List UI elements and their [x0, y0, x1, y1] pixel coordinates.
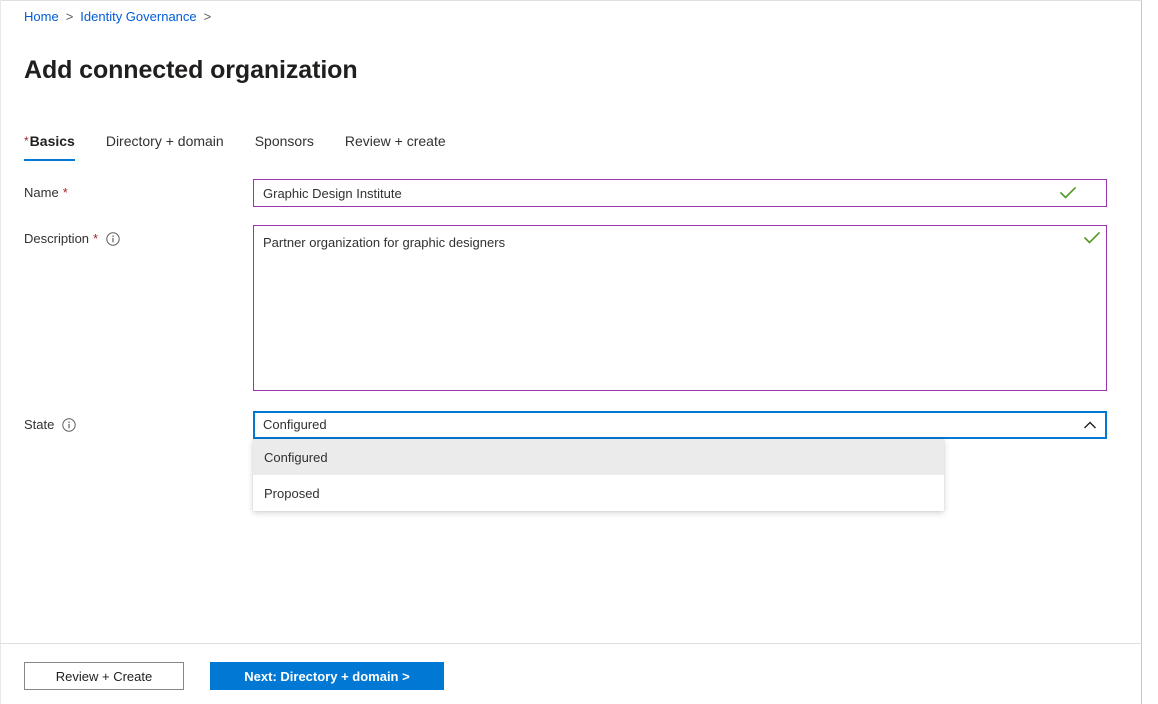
- breadcrumb-item-home[interactable]: Home: [24, 8, 59, 26]
- breadcrumb-item-identity-governance[interactable]: Identity Governance: [80, 8, 196, 26]
- state-option-proposed[interactable]: Proposed: [253, 475, 944, 511]
- state-dropdown-list: Configured Proposed: [253, 439, 944, 511]
- chevron-up-icon[interactable]: [1075, 421, 1105, 429]
- state-option-configured[interactable]: Configured: [253, 439, 944, 475]
- description-required-marker: *: [93, 230, 98, 248]
- blade-left-edge: [0, 0, 1, 704]
- tab-review-create-label: Review + create: [345, 133, 446, 149]
- next-directory-domain-button[interactable]: Next: Directory + domain >: [210, 662, 444, 690]
- state-label-text: State: [24, 416, 54, 434]
- breadcrumb-separator-1: >: [66, 8, 74, 26]
- footer-divider: [0, 643, 1142, 644]
- state-select[interactable]: Configured: [253, 411, 1107, 439]
- breadcrumb: Home > Identity Governance >: [24, 8, 218, 26]
- state-option-configured-label: Configured: [264, 450, 328, 465]
- top-divider: [0, 0, 1142, 1]
- name-field-label: Name *: [24, 184, 68, 202]
- state-field-label: State: [24, 416, 76, 434]
- breadcrumb-separator-2: >: [204, 8, 212, 26]
- tab-directory-domain-label: Directory + domain: [106, 133, 224, 149]
- tab-review-create[interactable]: Review + create: [345, 131, 446, 161]
- tab-required-marker: *: [24, 134, 29, 148]
- tab-basics[interactable]: *Basics: [24, 131, 75, 161]
- name-label-text: Name: [24, 184, 59, 202]
- wizard-tabs: *Basics Directory + domain Sponsors Revi…: [24, 131, 477, 161]
- blade-panel: Home > Identity Governance > Add connect…: [0, 0, 1142, 704]
- review-create-button[interactable]: Review + Create: [24, 662, 184, 690]
- info-circle-icon[interactable]: [106, 232, 120, 246]
- tab-directory-domain[interactable]: Directory + domain: [106, 131, 224, 161]
- name-input[interactable]: [253, 179, 1107, 207]
- state-option-proposed-label: Proposed: [264, 486, 320, 501]
- footer-actions: Review + Create Next: Directory + domain…: [24, 662, 444, 690]
- info-circle-icon[interactable]: [62, 418, 76, 432]
- tab-basics-label: Basics: [30, 133, 75, 149]
- tab-sponsors-label: Sponsors: [255, 133, 314, 149]
- name-required-marker: *: [63, 184, 68, 202]
- description-label-text: Description: [24, 230, 89, 248]
- tab-sponsors[interactable]: Sponsors: [255, 131, 314, 161]
- description-textarea[interactable]: [253, 225, 1107, 391]
- state-select-value: Configured: [255, 416, 1075, 434]
- page-title: Add connected organization: [24, 53, 358, 87]
- description-field-label: Description *: [24, 230, 120, 248]
